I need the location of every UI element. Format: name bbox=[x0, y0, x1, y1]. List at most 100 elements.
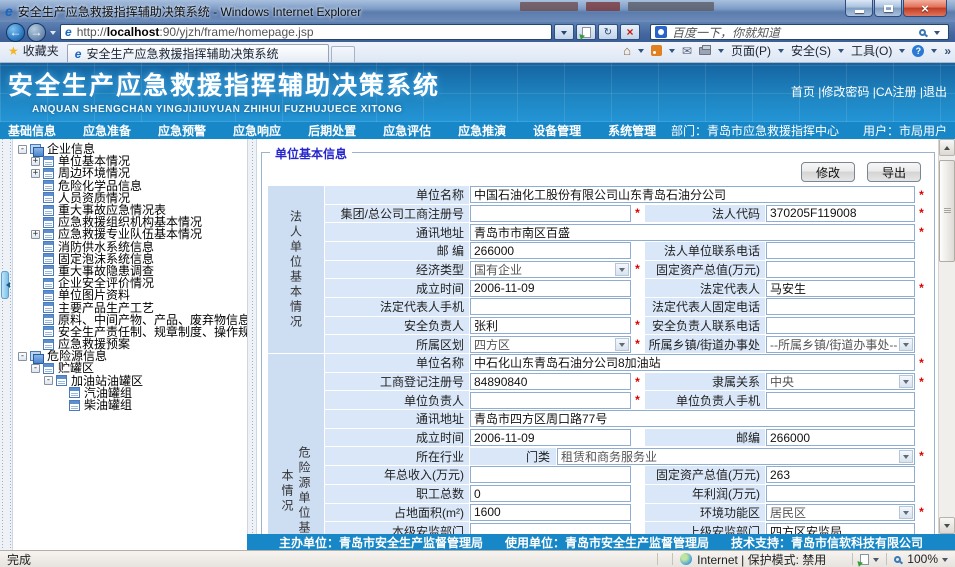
tree-item[interactable]: 危险化学品信息 bbox=[14, 180, 247, 192]
tree-item[interactable]: 单位图片资料 bbox=[14, 289, 247, 301]
tree-item[interactable]: + 周边环境情况 bbox=[14, 167, 247, 179]
page-menu-button[interactable]: 页面(P) bbox=[731, 42, 771, 59]
field-input[interactable] bbox=[766, 298, 915, 315]
tree-item-label[interactable]: 周边环境情况 bbox=[58, 167, 130, 179]
field-select[interactable]: --所属乡镇/街道办事处-- bbox=[766, 336, 915, 353]
minimize-button[interactable] bbox=[845, 0, 873, 17]
field-input[interactable] bbox=[766, 392, 915, 409]
compatibility-view-button[interactable] bbox=[576, 24, 596, 40]
field-input[interactable]: 青岛市四方区周口路77号 bbox=[470, 410, 915, 427]
tree-item-label[interactable]: 危险化学品信息 bbox=[58, 180, 142, 192]
panel-splitter[interactable] bbox=[0, 139, 13, 550]
tree-item[interactable]: + 应急救援专业队伍基本情况 bbox=[14, 228, 247, 240]
field-input[interactable]: 马安生 bbox=[766, 280, 915, 297]
field-input[interactable] bbox=[470, 392, 631, 409]
header-link-2[interactable]: CA注册 bbox=[876, 85, 917, 99]
collapse-handle[interactable] bbox=[1, 271, 9, 299]
field-input[interactable]: 370205F119008 bbox=[766, 205, 915, 222]
field-input[interactable]: 中国石油化工股份有限公司山东青岛石油分公司 bbox=[470, 186, 915, 203]
address-input[interactable]: e http://localhost:90/yjzh/frame/homepag… bbox=[60, 24, 552, 40]
menu-item-3[interactable]: 应急响应 bbox=[233, 122, 281, 139]
field-select[interactable]: 中央 bbox=[766, 373, 915, 390]
field-input[interactable] bbox=[470, 298, 631, 315]
collapse-icon[interactable]: - bbox=[18, 145, 27, 154]
chevron-down-icon[interactable] bbox=[899, 506, 913, 519]
export-button[interactable]: 导出 bbox=[867, 162, 921, 182]
tree-item[interactable]: 企业安全评价情况 bbox=[14, 277, 247, 289]
print-icon[interactable] bbox=[699, 47, 711, 55]
tree-item[interactable]: -企业信息 bbox=[14, 143, 247, 155]
field-input[interactable]: 2006-11-09 bbox=[470, 429, 631, 446]
field-select[interactable]: 租赁和商务服务业 bbox=[557, 448, 915, 465]
field-input[interactable] bbox=[470, 466, 631, 483]
help-icon[interactable]: ? bbox=[912, 45, 924, 57]
menu-item-6[interactable]: 应急推演 bbox=[458, 122, 506, 139]
overflow-chevron-icon[interactable]: » bbox=[944, 44, 951, 58]
address-dropdown-button[interactable] bbox=[554, 24, 574, 40]
chevron-down-icon[interactable] bbox=[899, 450, 913, 463]
back-button[interactable]: ← bbox=[6, 23, 25, 42]
field-select[interactable]: 四方区 bbox=[470, 336, 631, 353]
field-input[interactable] bbox=[766, 485, 915, 502]
change-zoom-button[interactable] bbox=[860, 554, 879, 565]
active-tab[interactable]: e 安全生产应急救援指挥辅助决策系统 bbox=[67, 44, 329, 62]
tree-item[interactable]: +单位基本情况 bbox=[14, 155, 247, 167]
field-input[interactable]: 青岛市市南区百盛 bbox=[470, 224, 915, 241]
chevron-down-icon[interactable] bbox=[615, 338, 629, 351]
collapse-icon[interactable]: - bbox=[44, 376, 53, 385]
header-link-3[interactable]: 退出 bbox=[923, 85, 947, 99]
safety-menu-button[interactable]: 安全(S) bbox=[791, 42, 831, 59]
tree-item[interactable]: - 贮罐区 bbox=[14, 362, 247, 374]
menu-item-5[interactable]: 应急评估 bbox=[383, 122, 431, 139]
menu-item-1[interactable]: 应急准备 bbox=[83, 122, 131, 139]
tree-item[interactable]: 安全生产责任制、规章制度、操作规程信息 bbox=[14, 326, 247, 338]
close-button[interactable]: × bbox=[903, 0, 947, 17]
tree-item[interactable]: - 加油站油罐区 bbox=[14, 375, 247, 387]
home-icon[interactable]: ⌂ bbox=[623, 46, 631, 56]
tree-item[interactable]: 消防供水系统信息 bbox=[14, 241, 247, 253]
chevron-down-icon[interactable] bbox=[899, 338, 913, 351]
menu-item-4[interactable]: 后期处置 bbox=[308, 122, 356, 139]
stop-button[interactable]: × bbox=[620, 24, 640, 40]
field-input[interactable]: 中石化山东青岛石油分公司8加油站 bbox=[470, 354, 915, 371]
chevron-down-icon[interactable] bbox=[899, 375, 913, 388]
search-dropdown-icon[interactable] bbox=[934, 31, 940, 38]
tree-item-label[interactable]: 加油站油罐区 bbox=[71, 375, 143, 387]
new-tab-button[interactable] bbox=[331, 46, 355, 62]
recent-pages-dropdown-icon[interactable] bbox=[50, 31, 56, 38]
field-select[interactable]: 居民区 bbox=[766, 504, 915, 521]
tools-menu-button[interactable]: 工具(O) bbox=[851, 42, 892, 59]
feeds-icon[interactable] bbox=[651, 45, 662, 56]
tree-item[interactable]: 主要产品生产工艺 bbox=[14, 301, 247, 313]
collapse-icon[interactable]: - bbox=[31, 364, 40, 373]
field-input[interactable] bbox=[766, 261, 915, 278]
tree-item-label[interactable]: 贮罐区 bbox=[58, 362, 94, 374]
tree-item[interactable]: 柴油罐组 bbox=[14, 399, 247, 411]
tree-item-label[interactable]: 固定泡沫系统信息 bbox=[58, 253, 154, 265]
field-input[interactable]: 263 bbox=[766, 466, 915, 483]
menu-item-2[interactable]: 应急预警 bbox=[158, 122, 206, 139]
tree-item[interactable]: -危险源信息 bbox=[14, 350, 247, 362]
header-link-1[interactable]: 修改密码 bbox=[821, 85, 869, 99]
field-input[interactable]: 张利 bbox=[470, 317, 631, 334]
menu-item-7[interactable]: 设备管理 bbox=[533, 122, 581, 139]
tree-item-label[interactable]: 柴油罐组 bbox=[84, 399, 132, 411]
field-input[interactable]: 1600 bbox=[470, 504, 631, 521]
field-input[interactable] bbox=[766, 242, 915, 259]
mail-icon[interactable]: ✉ bbox=[682, 44, 692, 58]
field-input[interactable] bbox=[470, 205, 631, 222]
zoom-level-button[interactable]: 100% bbox=[894, 552, 948, 566]
chevron-down-icon[interactable] bbox=[615, 263, 629, 276]
tree-item-label[interactable]: 应急救援专业队伍基本情况 bbox=[58, 228, 202, 240]
header-link-0[interactable]: 首页 bbox=[791, 85, 815, 99]
field-input[interactable]: 266000 bbox=[766, 429, 915, 446]
field-input[interactable]: 2006-11-09 bbox=[470, 280, 631, 297]
forward-button[interactable]: → bbox=[27, 23, 46, 42]
expand-icon[interactable]: + bbox=[31, 230, 40, 239]
tree-item-label[interactable]: 原料、中间产物、产品、废弃物信息 bbox=[58, 314, 247, 326]
tree-content-splitter[interactable] bbox=[247, 139, 257, 550]
tree-item-label[interactable]: 主要产品生产工艺 bbox=[58, 302, 154, 314]
expand-icon[interactable]: + bbox=[31, 169, 40, 178]
menu-item-8[interactable]: 系统管理 bbox=[608, 122, 656, 139]
tree-item-label[interactable]: 单位图片资料 bbox=[58, 289, 130, 301]
